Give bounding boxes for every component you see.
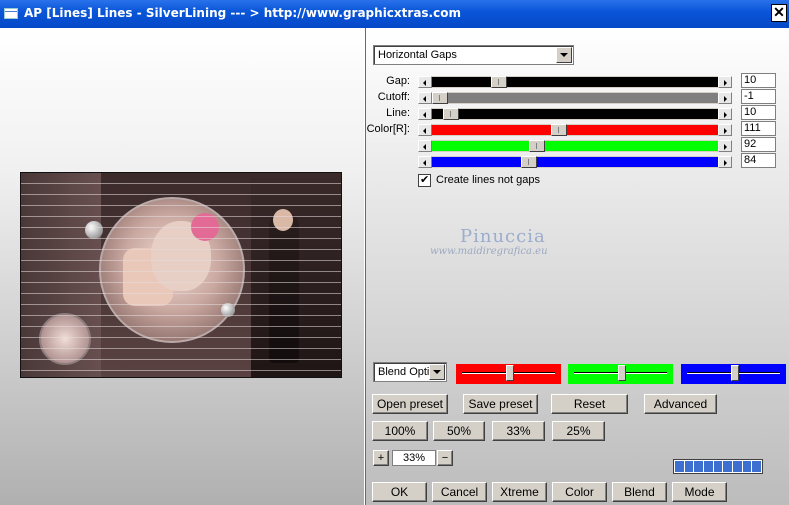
blend-options-dropdown[interactable]: Blend Optio [373, 362, 447, 382]
title-bar: AP [Lines] Lines - SilverLining --- > ht… [0, 0, 789, 28]
create-lines-checkbox[interactable] [418, 173, 431, 187]
progress-segment [723, 461, 733, 472]
progress-segment [733, 461, 742, 472]
color-g-value-field[interactable]: 92 [741, 137, 776, 152]
blend-button[interactable]: Blend [612, 482, 667, 502]
blue-blend-thumb[interactable] [731, 365, 739, 381]
blue-blend-slider[interactable] [681, 364, 786, 384]
zoom-level-field[interactable]: 33% [392, 450, 436, 466]
cutoff-track[interactable] [432, 93, 718, 103]
color-b-thumb[interactable] [521, 156, 537, 168]
color-button[interactable]: Color [552, 482, 607, 502]
arrow-right-icon[interactable] [718, 76, 732, 88]
zoom-25-button[interactable]: 25% [552, 421, 605, 441]
chevron-down-icon[interactable] [429, 364, 445, 380]
color-r-track[interactable] [432, 125, 718, 135]
color-g-track[interactable] [432, 141, 718, 151]
color-r-thumb[interactable] [551, 124, 567, 136]
color-r-value-field[interactable]: 111 [741, 121, 776, 136]
arrow-right-icon[interactable] [718, 140, 732, 152]
zoom-out-button[interactable]: − [437, 450, 453, 466]
progress-segment [742, 461, 752, 472]
arrow-right-icon[interactable] [718, 156, 732, 168]
line-value-field[interactable]: 10 [741, 105, 776, 120]
cutoff-thumb[interactable] [432, 92, 448, 104]
chevron-down-icon[interactable] [556, 47, 572, 63]
color-b-track[interactable] [432, 157, 718, 167]
arrow-right-icon[interactable] [718, 108, 732, 120]
mode-dropdown[interactable]: Horizontal Gaps [373, 45, 574, 65]
line-slider[interactable] [418, 108, 732, 120]
mode-button[interactable]: Mode [672, 482, 727, 502]
arrow-right-icon[interactable] [718, 92, 732, 104]
reset-button[interactable]: Reset [551, 394, 628, 414]
blend-options-value: Blend Optio [378, 366, 436, 378]
color-g-slider[interactable] [418, 140, 732, 152]
save-preset-button[interactable]: Save preset [463, 394, 538, 414]
cutoff-value-field[interactable]: -1 [741, 89, 776, 104]
cutoff-slider[interactable] [418, 92, 732, 104]
zoom-33-button[interactable]: 33% [492, 421, 545, 441]
zoom-in-button[interactable]: + [373, 450, 389, 466]
zoom-100-button[interactable]: 100% [372, 421, 428, 441]
progress-segment [713, 461, 723, 472]
color-g-thumb[interactable] [529, 140, 545, 152]
window-icon [4, 8, 18, 19]
preview-image[interactable] [20, 172, 342, 378]
red-blend-slider[interactable] [456, 364, 561, 384]
progress-segment [694, 461, 704, 472]
progress-indicator [673, 459, 763, 474]
color-b-value-field[interactable]: 84 [741, 153, 776, 168]
line-thumb[interactable] [443, 108, 459, 120]
progress-segment [684, 461, 694, 472]
watermark-url: www.maidiregrafica.eu [430, 246, 548, 257]
gap-thumb[interactable] [491, 76, 507, 88]
color-r-label: Color[R]: [366, 123, 410, 135]
mode-dropdown-value: Horizontal Gaps [378, 49, 457, 61]
color-r-slider[interactable] [418, 124, 732, 136]
zoom-50-button[interactable]: 50% [433, 421, 485, 441]
xtreme-button[interactable]: Xtreme [492, 482, 547, 502]
ok-button[interactable]: OK [372, 482, 427, 502]
arrow-left-icon[interactable] [418, 124, 432, 136]
arrow-left-icon[interactable] [418, 76, 432, 88]
cancel-button[interactable]: Cancel [432, 482, 487, 502]
horizontal-lines-overlay [21, 173, 341, 377]
arrow-left-icon[interactable] [418, 140, 432, 152]
advanced-button[interactable]: Advanced [644, 394, 717, 414]
window-title: AP [Lines] Lines - SilverLining --- > ht… [24, 6, 461, 20]
color-b-slider[interactable] [418, 156, 732, 168]
gap-slider[interactable] [418, 76, 732, 88]
arrow-left-icon[interactable] [418, 108, 432, 120]
arrow-left-icon[interactable] [418, 156, 432, 168]
open-preset-button[interactable]: Open preset [372, 394, 448, 414]
progress-segment [675, 461, 684, 472]
line-track[interactable] [432, 109, 718, 119]
red-blend-thumb[interactable] [506, 365, 514, 381]
cutoff-label: Cutoff: [377, 91, 410, 103]
green-blend-slider[interactable] [568, 364, 673, 384]
progress-segment [752, 461, 762, 472]
create-lines-label: Create lines not gaps [436, 174, 540, 186]
watermark-logo: Pinuccia [460, 226, 546, 247]
close-button[interactable]: ✕ [771, 4, 787, 22]
gap-value-field[interactable]: 10 [741, 73, 776, 88]
green-blend-thumb[interactable] [618, 365, 626, 381]
gap-label: Gap: [386, 75, 410, 87]
arrow-right-icon[interactable] [718, 124, 732, 136]
arrow-left-icon[interactable] [418, 92, 432, 104]
progress-segment [704, 461, 713, 472]
gap-track[interactable] [432, 77, 718, 87]
line-label: Line: [386, 107, 410, 119]
